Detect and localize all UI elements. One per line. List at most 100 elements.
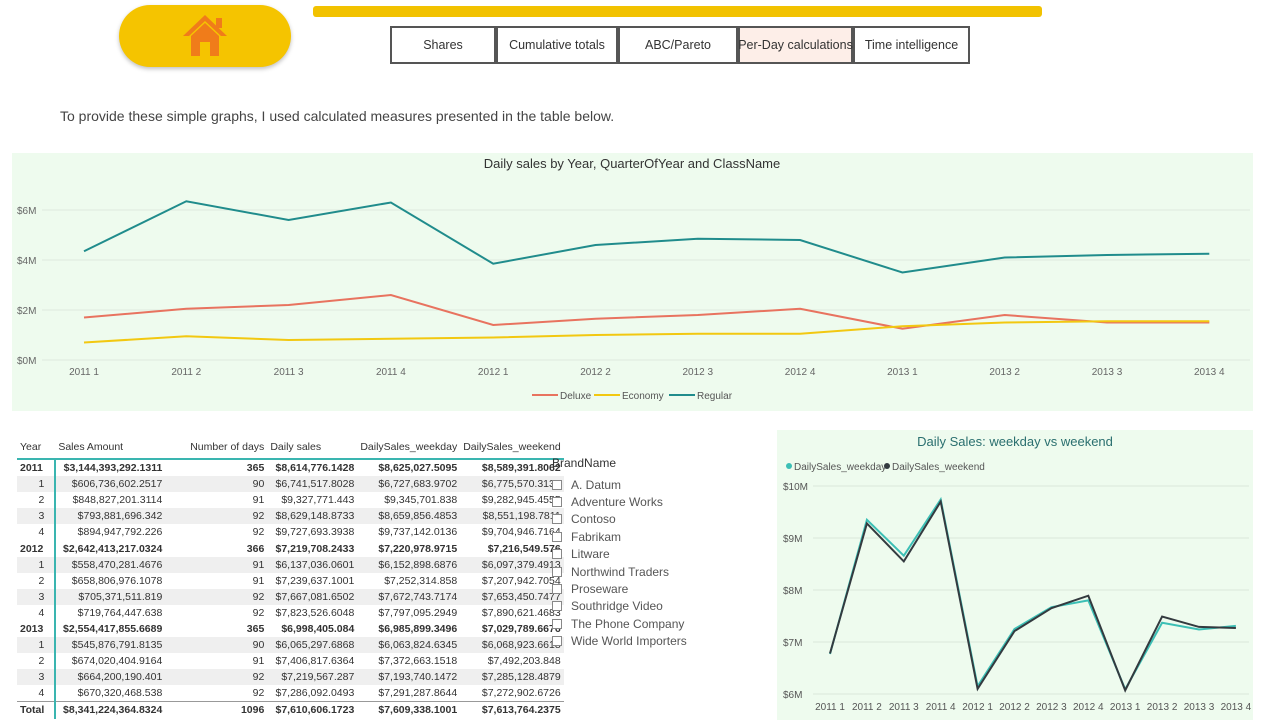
series-line-dailysales_weekday — [829, 496, 1236, 692]
table-cell: $2,554,417,855.6689 — [63, 622, 163, 635]
table-row: 2011 $3,144,393,292.1311 365 $8,614,776.142… — [17, 459, 564, 477]
column-header[interactable]: Sales Amount — [55, 436, 166, 460]
slicer-item[interactable]: Southridge Video — [552, 598, 687, 615]
table-cell: 1 — [17, 556, 57, 573]
table-cell: $6,063,824.6345 — [357, 637, 461, 654]
legend-marker — [884, 463, 890, 469]
slicer-item[interactable]: Litware — [552, 546, 687, 563]
nav-button-time-intelligence[interactable]: Time intelligence — [853, 26, 970, 64]
nav-button-cumulative-totals[interactable]: Cumulative totals — [496, 26, 618, 64]
series-line-dailysales_weekend — [829, 498, 1236, 693]
intro-text: To provide these simple graphs, I used c… — [60, 108, 615, 124]
daily-sales-chart-panel: Daily sales by Year, QuarterOfYear and C… — [12, 153, 1253, 411]
table-cell: $7,193,740.1472 — [357, 669, 461, 686]
table-cell: $7,653,450.7477 — [460, 588, 564, 605]
checkbox[interactable] — [552, 566, 562, 577]
table-cell: $8,341,224,364.8324 — [55, 701, 166, 719]
slicer-item[interactable]: Proseware — [552, 580, 687, 597]
column-header[interactable]: DailySales_weekend — [460, 436, 564, 460]
slicer-item[interactable]: Adventure Works — [552, 493, 687, 510]
x-tick-label: 2013 1 — [887, 367, 918, 378]
column-header[interactable]: Year — [17, 436, 56, 460]
table-row: 3 $793,881,696.342 92 $8,629,148.8733 $8,659… — [17, 508, 564, 525]
table-cell: $8,659,856.4853 — [357, 508, 461, 525]
weekday-weekend-chart-panel: Daily Sales: weekday vs weekend DailySale… — [777, 430, 1253, 720]
table-row: 3 $664,200,190.401 92 $7,219,567.287 $7,193,… — [17, 669, 564, 686]
header-bar — [313, 6, 1042, 17]
table-cell: $8,614,776.1428 — [275, 462, 355, 475]
table-cell: $7,239,637.1001 — [275, 574, 355, 587]
table-cell: 90 — [165, 637, 268, 654]
table-row: Total $8,341,224,364.8324 1096 $7,610,606.1… — [17, 701, 564, 719]
daily-sales-chart: Daily sales by Year, QuarterOfYear and C… — [17, 156, 1250, 402]
table-cell: $7,220,978.9715 — [378, 542, 458, 555]
table-cell: 1096 — [165, 701, 268, 719]
table-cell: $658,806,976.1078 — [71, 574, 163, 587]
legend-label: DailySales_weekday — [794, 462, 886, 473]
x-tick-label: 2013 2 — [989, 367, 1020, 378]
table-cell: $7,613,764.2375 — [460, 701, 564, 719]
nav-button-per-day-calculations[interactable]: Per-Day calculations — [738, 26, 853, 64]
series-line-regular — [83, 200, 1210, 274]
table-cell: $7,285,128.4879 — [460, 669, 564, 686]
slicer-item[interactable]: The Phone Company — [552, 615, 687, 632]
checkbox[interactable] — [552, 497, 562, 508]
home-button[interactable] — [119, 5, 291, 67]
table-cell: $7,406,817.6364 — [275, 655, 355, 668]
y-tick-label: $4M — [17, 256, 36, 267]
table-cell: $7,492,203.848 — [487, 655, 561, 668]
table-cell: 2 — [17, 492, 57, 509]
table-row: 2013 $2,554,417,855.6689 365 $6,998,405.084… — [17, 620, 564, 638]
y-tick-label: $0M — [17, 356, 36, 367]
slicer-item[interactable]: A. Datum — [552, 476, 687, 493]
checkbox[interactable] — [552, 636, 562, 647]
table-cell: 92 — [252, 526, 265, 539]
table-cell: Total — [17, 701, 57, 719]
x-tick-label: 2011 2 — [852, 702, 882, 713]
column-header[interactable]: Number of days — [165, 436, 268, 460]
checkbox[interactable] — [552, 514, 562, 525]
checkbox[interactable] — [552, 618, 562, 629]
table-cell: $7,372,663.1518 — [378, 655, 458, 668]
table-cell: 2012 — [17, 540, 57, 557]
checkbox[interactable] — [552, 601, 562, 612]
slicer-item-label: Litware — [571, 547, 610, 562]
table-cell: 4 — [17, 685, 57, 702]
table-cell: $848,827,201.3114 — [72, 494, 163, 507]
table-cell: $7,610,606.1723 — [267, 701, 358, 719]
nav-button-shares[interactable]: Shares — [390, 26, 496, 64]
checkbox[interactable] — [552, 531, 562, 542]
slicer-item[interactable]: Fabrikam — [552, 528, 687, 545]
table-cell: $8,589,391.8062 — [481, 462, 561, 475]
table-row: 4 $894,947,792.226 92 $9,727,693.3938 $9,737… — [17, 524, 564, 541]
x-tick-label: 2011 4 — [376, 367, 406, 378]
legend-label: Regular — [697, 391, 733, 402]
slicer-item[interactable]: Northwind Traders — [552, 563, 687, 580]
table-cell: $719,764,447.638 — [77, 606, 163, 619]
slicer-item[interactable]: Contoso — [552, 511, 687, 528]
legend-marker — [786, 463, 792, 469]
table-cell: $664,200,190.401 — [55, 669, 166, 686]
table-cell: $6,097,379.4913 — [460, 556, 564, 573]
slicer-item-label: Fabrikam — [571, 529, 622, 544]
measures-table: Year Sales Amount Number of days Daily sale… — [17, 436, 564, 719]
legend-label: DailySales_weekend — [892, 462, 985, 473]
nav-button-abc-pareto[interactable]: ABC/Pareto — [618, 26, 738, 64]
column-header[interactable]: Daily sales — [267, 436, 358, 460]
checkbox[interactable] — [552, 479, 562, 490]
x-tick-label: 2011 1 — [69, 367, 99, 378]
table-row: 2 $848,827,201.3114 91 $9,327,771.443 $9,345… — [17, 492, 564, 509]
x-tick-label: 2012 4 — [785, 367, 816, 378]
series-line-economy — [83, 320, 1210, 344]
table-cell: $6,775,570.3138 — [460, 476, 564, 493]
slicer-item[interactable]: Wide World Importers — [552, 633, 687, 650]
legend-label: Economy — [622, 391, 664, 402]
table-cell: $3,144,393,292.1311 — [63, 462, 163, 475]
table-cell: 2013 — [17, 620, 57, 638]
table-row: 2012 $2,642,413,217.0324 366 $7,219,708.243… — [17, 540, 564, 557]
column-header[interactable]: DailySales_weekday — [357, 436, 461, 460]
checkbox[interactable] — [552, 584, 562, 595]
table-cell: $8,551,198.7811 — [460, 508, 564, 525]
checkbox[interactable] — [552, 549, 562, 560]
table-cell: 91 — [165, 556, 268, 573]
